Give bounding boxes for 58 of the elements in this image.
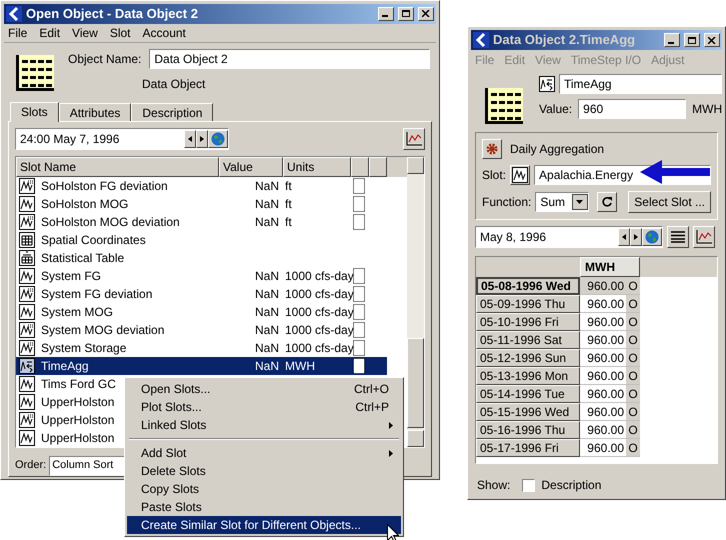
- slot-units: 1000 cfs-day: [284, 304, 353, 320]
- flag-cell: O: [626, 277, 640, 295]
- slot-units: 1000 cfs-day: [284, 340, 353, 356]
- slot-name: System FG deviation: [41, 286, 152, 302]
- slot-name: System MOG deviation: [41, 322, 164, 338]
- slot-name: SoHolston MOG deviation: [41, 214, 180, 230]
- slot-value: NaN: [254, 286, 279, 302]
- window-title: Data Object 2.TimeAgg: [493, 31, 636, 50]
- slot-units: MWH: [284, 358, 316, 374]
- object-type-label: Data Object: [142, 76, 206, 92]
- slot-units: ft: [284, 178, 293, 194]
- slot-name: UpperHolston: [41, 412, 114, 428]
- flag-cell: O: [626, 331, 640, 349]
- shortcut-label: Ctrl+O: [354, 381, 389, 398]
- window-title: Open Object - Data Object 2: [26, 5, 199, 23]
- slot-units: 1000 cfs-day: [284, 322, 353, 338]
- flag-cell: O: [626, 367, 640, 385]
- slot-name: Tims Ford GC: [41, 376, 116, 392]
- slot-name: Spatial Coordinates: [41, 232, 146, 248]
- column-header: MWH: [580, 257, 640, 277]
- slot-name: SoHolston MOG: [41, 196, 128, 212]
- slot-value: NaN: [254, 322, 279, 338]
- slot-name: UpperHolston: [41, 430, 114, 446]
- flag-cell: O: [626, 421, 640, 439]
- units-label: MWH: [692, 101, 722, 118]
- description-label: Description: [541, 477, 602, 494]
- shortcut-label: Ctrl+P: [355, 399, 389, 416]
- flag-cell: O: [626, 349, 640, 367]
- slot-name: TimeAgg: [41, 358, 89, 374]
- slot-value: NaN: [254, 340, 279, 356]
- slot-value: NaN: [254, 268, 279, 284]
- slot-label: Slot:: [482, 167, 506, 184]
- slot-units: 1000 cfs-day: [284, 286, 353, 302]
- slot-name: System Storage: [41, 340, 126, 356]
- slot-name: SoHolston FG deviation: [41, 178, 168, 194]
- value-label: Value:: [539, 101, 572, 118]
- method-label: Daily Aggregation: [510, 141, 604, 158]
- flag-cell: O: [626, 439, 640, 457]
- show-label: Show:: [477, 477, 510, 494]
- slot-units: ft: [284, 214, 293, 230]
- slot-units: 1000 cfs-day: [284, 268, 353, 284]
- flag-cell: O: [626, 403, 640, 421]
- slot-value: NaN: [254, 358, 279, 374]
- slot-units: ft: [284, 196, 293, 212]
- slot-name: System FG: [41, 268, 102, 284]
- object-name-label: Object Name:: [68, 50, 142, 68]
- flag-cell: O: [626, 313, 640, 331]
- slot-value: NaN: [254, 304, 279, 320]
- slot-value: NaN: [254, 178, 279, 194]
- slot-name: UpperHolston: [41, 394, 114, 410]
- slot-value: NaN: [254, 214, 279, 230]
- flag-cell: O: [626, 295, 640, 313]
- slot-name: System MOG: [41, 304, 114, 320]
- slot-value: NaN: [254, 196, 279, 212]
- flag-cell: O: [626, 385, 640, 403]
- slot-name: Statistical Table: [41, 250, 124, 266]
- order-label: Order:: [15, 458, 46, 474]
- function-label: Function:: [482, 194, 532, 211]
